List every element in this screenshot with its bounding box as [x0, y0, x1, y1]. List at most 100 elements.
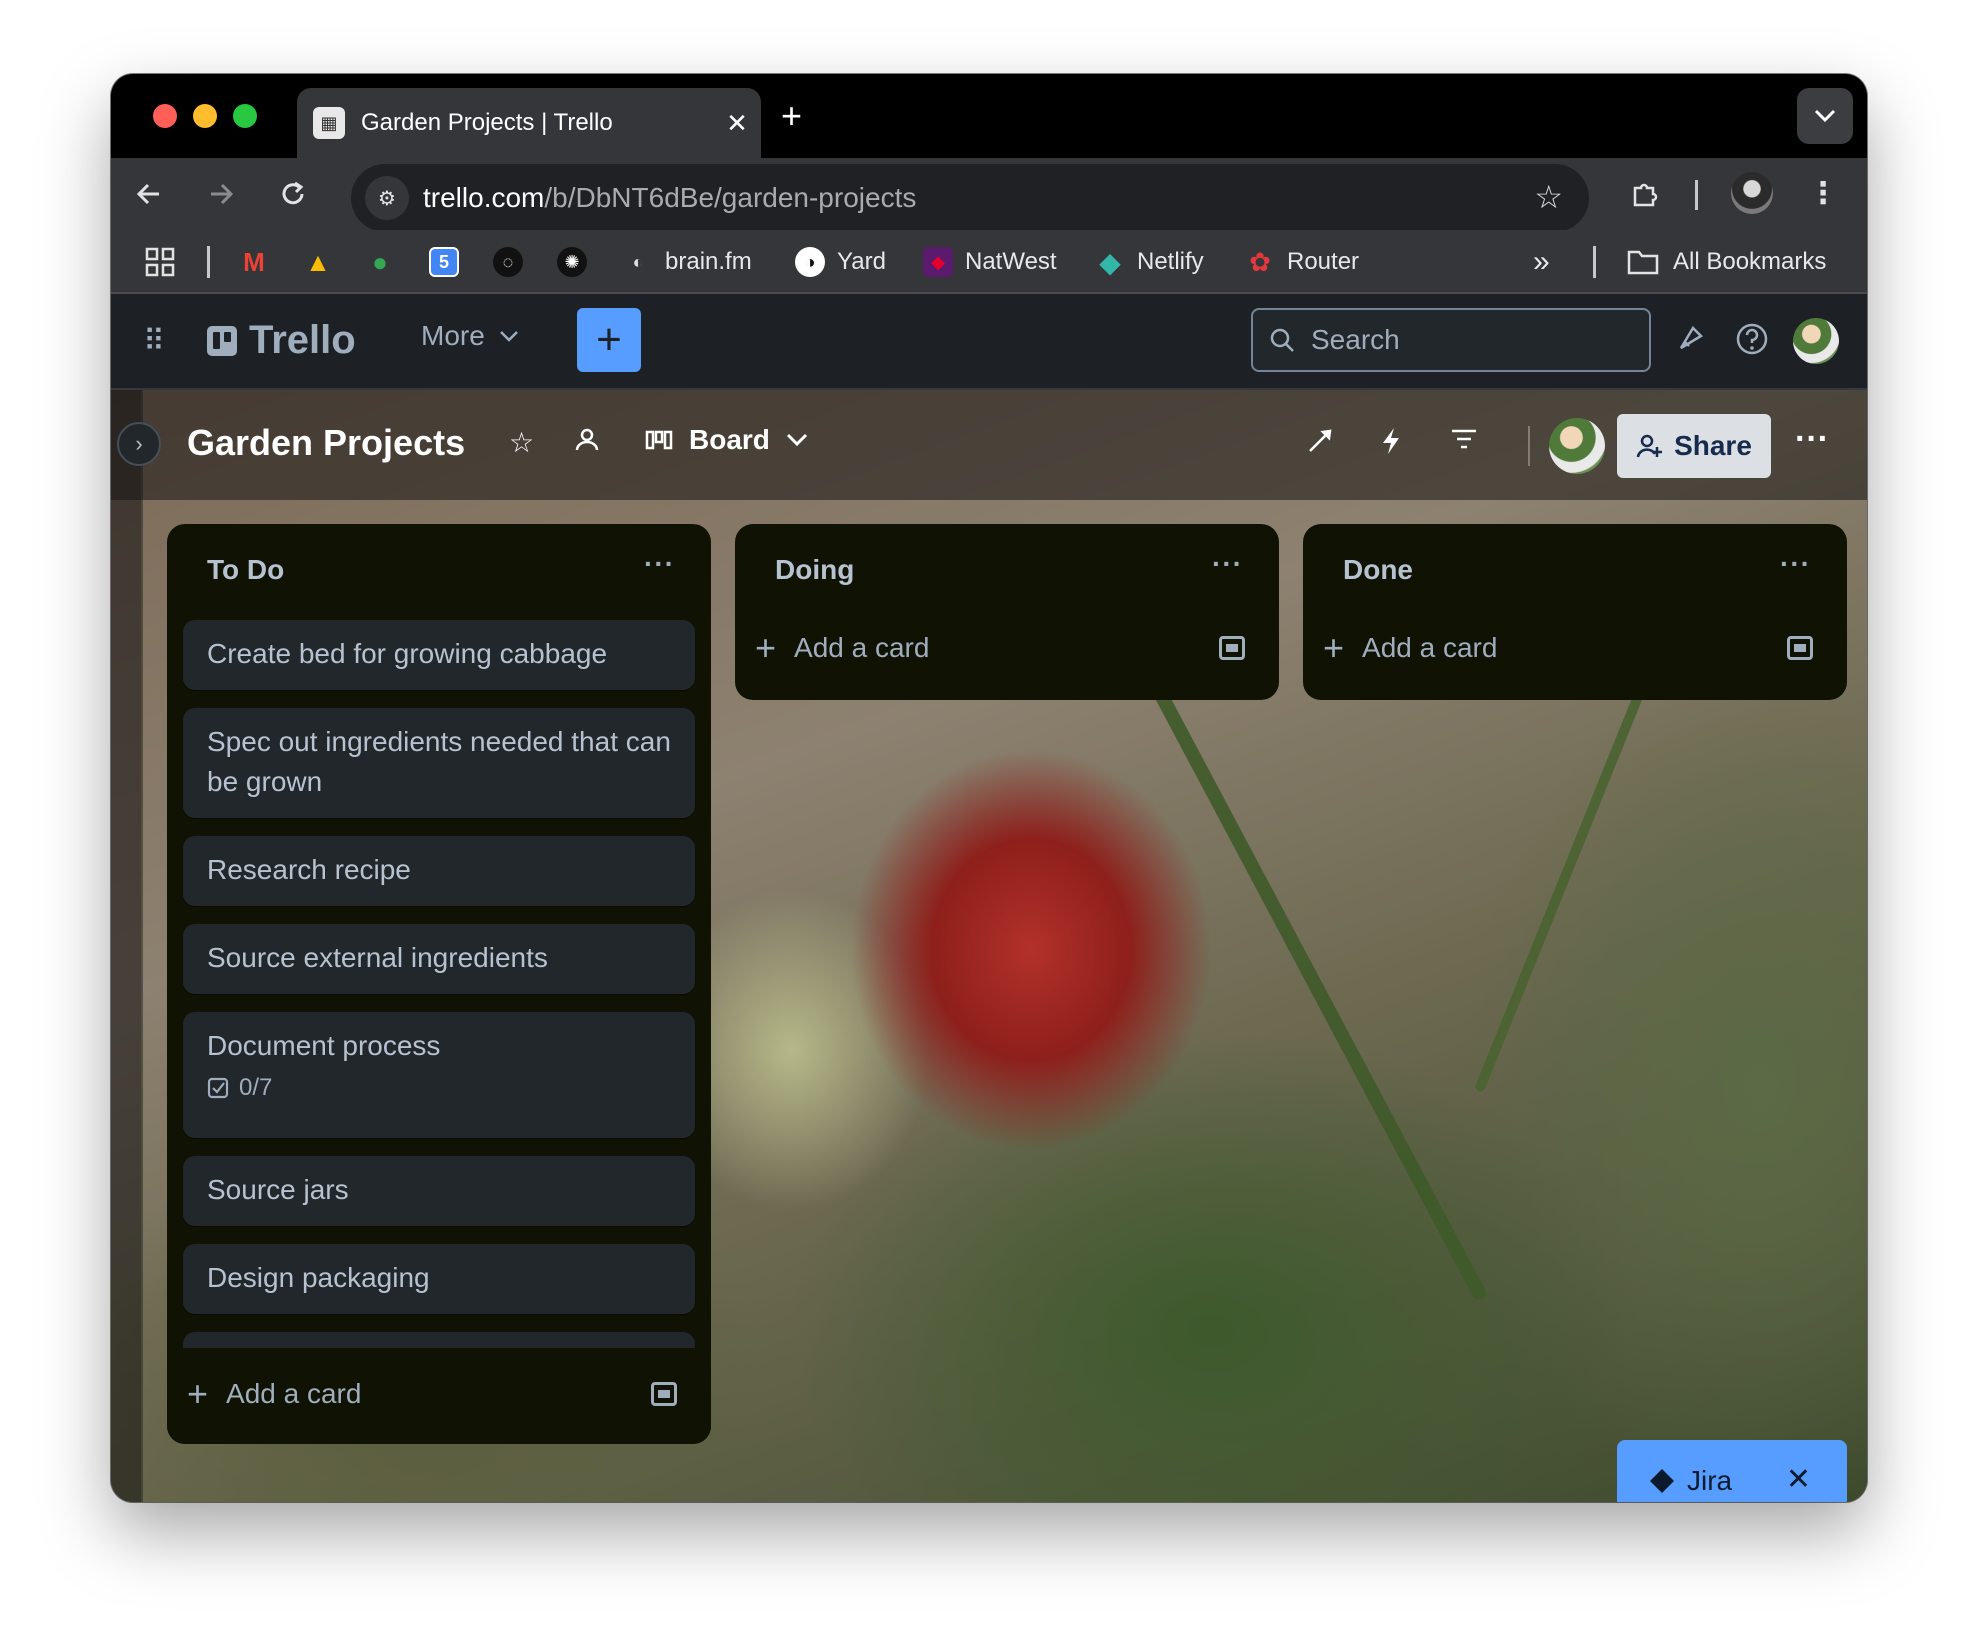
- minimize-window-button[interactable]: [193, 104, 217, 128]
- share-button[interactable]: Share: [1617, 414, 1771, 478]
- list-menu-button[interactable]: ···: [1212, 548, 1243, 580]
- address-bar[interactable]: ⚙ trello.com/b/DbNT6dBe/garden-projects …: [351, 164, 1589, 232]
- list-title[interactable]: Done: [1343, 554, 1413, 586]
- site-settings-icon[interactable]: ⚙: [365, 176, 409, 220]
- list-done: Done ··· + Add a card: [1303, 524, 1847, 700]
- bookmark-label: Yard: [837, 248, 886, 275]
- back-button[interactable]: [129, 174, 169, 214]
- board-menu-button[interactable]: ···: [1795, 420, 1829, 459]
- trello-favicon-icon: ▦: [313, 107, 345, 139]
- board-view-switcher[interactable]: Board: [645, 424, 808, 456]
- visibility-icon[interactable]: [573, 426, 601, 461]
- all-bookmarks-button[interactable]: All Bookmarks: [1627, 242, 1826, 282]
- list-menu-button[interactable]: ···: [1780, 548, 1811, 580]
- checklist-icon: [207, 1077, 229, 1099]
- all-bookmarks-label: All Bookmarks: [1673, 248, 1827, 275]
- trello-logo[interactable]: Trello: [207, 318, 356, 363]
- card[interactable]: Source jars: [183, 1156, 695, 1226]
- create-from-template-icon[interactable]: [651, 1382, 677, 1406]
- board-canvas: › Garden Projects ☆ Board Share ··· To D…: [111, 390, 1867, 1502]
- card[interactable]: Source external ingredients: [183, 924, 695, 994]
- apps-grid-icon[interactable]: [145, 242, 175, 282]
- list-title[interactable]: To Do: [207, 554, 284, 586]
- chat-icon[interactable]: ◌: [493, 242, 535, 282]
- search-field[interactable]: [1251, 308, 1651, 372]
- gmail-icon[interactable]: M: [239, 242, 281, 282]
- maximize-window-button[interactable]: [233, 104, 257, 128]
- card-title: Research recipe: [207, 854, 411, 885]
- card-title: Create bed for growing cabbage: [207, 638, 608, 669]
- create-button[interactable]: +: [577, 308, 641, 372]
- folder-icon: [1627, 250, 1659, 275]
- openai-icon[interactable]: ✺: [557, 242, 599, 282]
- bookmarks-overflow-button[interactable]: »: [1533, 242, 1550, 282]
- board-title[interactable]: Garden Projects: [187, 422, 465, 464]
- bookmark-router[interactable]: ✿ Router: [1245, 242, 1359, 282]
- google-calendar-icon[interactable]: 5: [429, 242, 471, 282]
- chevron-down-icon: [1814, 109, 1836, 123]
- search-input[interactable]: [1311, 324, 1611, 356]
- new-tab-button[interactable]: +: [781, 94, 802, 138]
- star-board-icon[interactable]: ☆: [509, 426, 534, 459]
- forward-button[interactable]: [201, 174, 241, 214]
- browser-toolbar: ⚙ trello.com/b/DbNT6dBe/garden-projects …: [111, 158, 1867, 232]
- help-icon[interactable]: [1735, 322, 1769, 364]
- bookmark-yard[interactable]: ◑ Yard: [795, 242, 886, 282]
- bookmark-label: Netlify: [1137, 248, 1204, 275]
- profile-avatar[interactable]: [1731, 172, 1773, 214]
- card[interactable]: Create bed for growing cabbage: [183, 620, 695, 690]
- jira-close-icon[interactable]: ✕: [1786, 1462, 1811, 1497]
- card-title: Source jars: [207, 1174, 349, 1205]
- trello-logo-icon: [207, 325, 237, 356]
- browser-window: ▦ Garden Projects | Trello ✕ + ⚙ trello.…: [111, 74, 1867, 1502]
- board-member-avatar[interactable]: [1549, 418, 1605, 474]
- card[interactable]: Document process 0/7: [183, 1012, 695, 1138]
- add-card-button[interactable]: + Add a card: [1323, 620, 1497, 676]
- bookmark-brainfm[interactable]: ◐ brain.fm: [623, 242, 752, 282]
- card[interactable]: Spec out ingredients needed that can be …: [183, 708, 695, 818]
- list-menu-button[interactable]: ···: [644, 548, 675, 580]
- url-host: trello.com: [423, 182, 545, 213]
- create-from-template-icon[interactable]: [1787, 636, 1813, 660]
- card-title: Document process: [207, 1030, 441, 1061]
- card-title: Spec out ingredients needed that can be …: [207, 726, 671, 797]
- bookmark-netlify[interactable]: ◆ Netlify: [1095, 242, 1204, 282]
- notifications-icon[interactable]: [1673, 322, 1707, 364]
- bookmark-label: brain.fm: [665, 248, 752, 275]
- close-tab-icon[interactable]: ✕: [713, 108, 761, 139]
- calendar-day: 5: [429, 247, 459, 277]
- extensions-button[interactable]: [1625, 174, 1665, 214]
- puzzle-icon: [1633, 183, 1658, 207]
- browser-menu-button[interactable]: ⋮: [1803, 174, 1843, 214]
- add-card-button[interactable]: + Add a card: [755, 620, 929, 676]
- card-partial[interactable]: [183, 1332, 695, 1348]
- browser-tab[interactable]: ▦ Garden Projects | Trello ✕: [297, 88, 761, 158]
- expand-sidebar-button[interactable]: ›: [117, 422, 161, 466]
- bookmarks-divider: [1593, 246, 1596, 278]
- create-from-template-icon[interactable]: [1219, 636, 1245, 660]
- yard-icon: ◑: [795, 247, 825, 277]
- bookmark-natwest[interactable]: ◆ NatWest: [923, 242, 1057, 282]
- google-maps-icon[interactable]: ●: [365, 242, 407, 282]
- list-title[interactable]: Doing: [775, 554, 854, 586]
- card[interactable]: Design packaging: [183, 1244, 695, 1314]
- app-switcher-icon[interactable]: ⠿: [143, 324, 165, 359]
- google-drive-icon[interactable]: ▲: [303, 242, 345, 282]
- account-avatar[interactable]: [1793, 318, 1839, 364]
- bookmark-label: NatWest: [965, 248, 1057, 275]
- automation-icon[interactable]: [1379, 426, 1403, 463]
- card[interactable]: Research recipe: [183, 836, 695, 906]
- add-card-label: Add a card: [226, 1378, 362, 1409]
- bookmark-star-icon[interactable]: ☆: [1534, 178, 1563, 216]
- filter-icon[interactable]: [1449, 426, 1479, 458]
- add-card-button[interactable]: + Add a card: [187, 1366, 361, 1422]
- plus-icon: +: [187, 1373, 209, 1414]
- arrow-right-icon: [211, 183, 234, 205]
- reload-button[interactable]: [273, 174, 313, 214]
- close-window-button[interactable]: [153, 104, 177, 128]
- more-menu-button[interactable]: More: [421, 320, 519, 352]
- toolbar-divider: [1695, 180, 1698, 210]
- tab-search-button[interactable]: [1797, 88, 1853, 144]
- jira-button[interactable]: Jira ✕: [1617, 1440, 1847, 1502]
- power-ups-icon[interactable]: [1305, 426, 1335, 463]
